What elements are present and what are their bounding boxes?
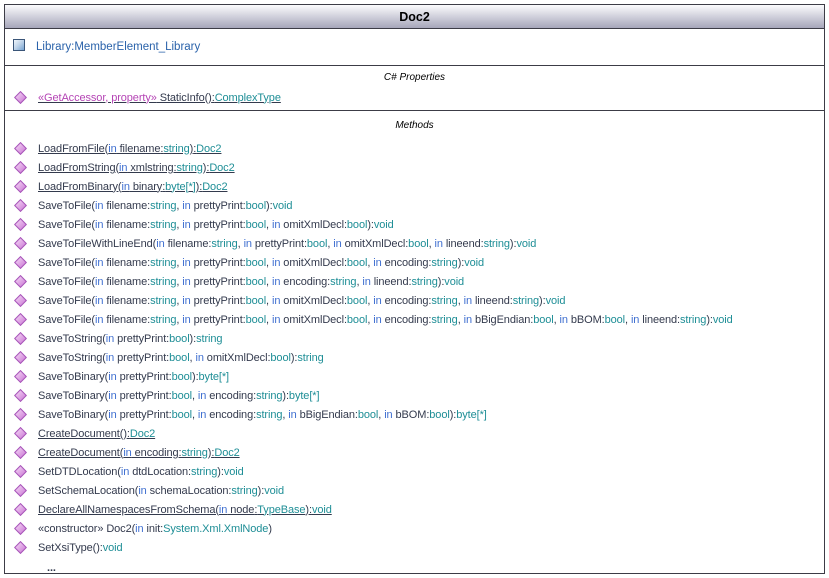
method-row[interactable]: SetSchemaLocation(in schemaLocation:stri… bbox=[5, 481, 824, 500]
method-row[interactable]: SaveToFile(in filename:string, in pretty… bbox=[5, 310, 824, 329]
member-signature: CreateDocument(in encoding:string):Doc2 bbox=[38, 447, 240, 459]
member-signature: SaveToBinary(in prettyPrint:bool, in enc… bbox=[38, 390, 319, 402]
method-row[interactable]: SaveToFile(in filename:string, in pretty… bbox=[5, 291, 824, 310]
member-signature: SetDTDLocation(in dtdLocation:string):vo… bbox=[38, 466, 244, 478]
diamond-operation-icon bbox=[14, 332, 27, 345]
method-row[interactable]: SaveToFile(in filename:string, in pretty… bbox=[5, 253, 824, 272]
method-row[interactable]: SaveToBinary(in prettyPrint:bool, in enc… bbox=[5, 405, 824, 424]
member-signature: SaveToBinary(in prettyPrint:bool, in enc… bbox=[38, 409, 487, 421]
diamond-operation-icon bbox=[14, 294, 27, 307]
diamond-operation-icon bbox=[14, 313, 27, 326]
method-row[interactable]: SaveToString(in prettyPrint:bool, in omi… bbox=[5, 348, 824, 367]
member-signature: SaveToFile(in filename:string, in pretty… bbox=[38, 257, 484, 269]
member-signature: SaveToFile(in filename:string, in pretty… bbox=[38, 295, 565, 307]
member-signature: DeclareAllNamespacesFromSchema(in node:T… bbox=[38, 504, 332, 516]
method-row[interactable]: SaveToFileWithLineEnd(in filename:string… bbox=[5, 234, 824, 253]
more-members-row[interactable]: ... bbox=[5, 559, 824, 574]
method-row[interactable]: LoadFromBinary(in binary:byte[*]):Doc2 bbox=[5, 177, 824, 196]
library-label[interactable]: Library:MemberElement_Library bbox=[36, 41, 200, 53]
library-compartment: Library:MemberElement_Library bbox=[5, 29, 824, 66]
member-signature: SaveToFile(in filename:string, in pretty… bbox=[38, 314, 733, 326]
diamond-operation-icon bbox=[14, 180, 27, 193]
member-signature: SaveToFileWithLineEnd(in filename:string… bbox=[38, 238, 536, 250]
diamond-operation-icon bbox=[14, 142, 27, 155]
diagram-canvas: Doc2 Library:MemberElement_Library C# Pr… bbox=[0, 0, 829, 578]
member-signature: SaveToBinary(in prettyPrint:bool):byte[*… bbox=[38, 371, 229, 383]
member-signature: LoadFromString(in xmlstring:string):Doc2 bbox=[38, 162, 235, 174]
diamond-operation-icon bbox=[14, 237, 27, 250]
method-row[interactable]: SaveToBinary(in prettyPrint:bool):byte[*… bbox=[5, 367, 824, 386]
diamond-operation-icon bbox=[14, 446, 27, 459]
diamond-operation-icon bbox=[14, 541, 27, 554]
method-row[interactable]: SaveToFile(in filename:string, in pretty… bbox=[5, 272, 824, 291]
member-signature: «GetAccessor, property» StaticInfo():Com… bbox=[38, 92, 281, 104]
class-title: Doc2 bbox=[399, 10, 430, 24]
member-signature: SetXsiType():void bbox=[38, 542, 123, 554]
method-row[interactable]: DeclareAllNamespacesFromSchema(in node:T… bbox=[5, 500, 824, 519]
diamond-operation-icon bbox=[14, 256, 27, 269]
member-signature: SaveToString(in prettyPrint:bool):string bbox=[38, 333, 222, 345]
diamond-operation-icon bbox=[14, 522, 27, 535]
diamond-operation-icon bbox=[14, 465, 27, 478]
member-signature: SaveToFile(in filename:string, in pretty… bbox=[38, 219, 394, 231]
diamond-operation-icon bbox=[14, 218, 27, 231]
member-signature: SaveToString(in prettyPrint:bool, in omi… bbox=[38, 352, 324, 364]
method-row[interactable]: LoadFromFile(in filename:string):Doc2 bbox=[5, 139, 824, 158]
member-signature: LoadFromBinary(in binary:byte[*]):Doc2 bbox=[38, 181, 227, 193]
diamond-operation-icon bbox=[14, 199, 27, 212]
uml-class-box-doc2[interactable]: Doc2 Library:MemberElement_Library C# Pr… bbox=[4, 4, 825, 574]
diamond-operation-icon bbox=[14, 408, 27, 421]
member-signature: LoadFromFile(in filename:string):Doc2 bbox=[38, 143, 221, 155]
method-row[interactable]: SaveToBinary(in prettyPrint:bool, in enc… bbox=[5, 386, 824, 405]
member-signature: SetSchemaLocation(in schemaLocation:stri… bbox=[38, 485, 284, 497]
member-signature: «constructor» Doc2(in init:System.Xml.Xm… bbox=[38, 523, 272, 535]
properties-rows: «GetAccessor, property» StaticInfo():Com… bbox=[5, 88, 824, 107]
diamond-operation-icon bbox=[14, 503, 27, 516]
properties-compartment: C# Properties «GetAccessor, property» St… bbox=[5, 66, 824, 111]
method-row[interactable]: SaveToString(in prettyPrint:bool):string bbox=[5, 329, 824, 348]
diamond-operation-icon bbox=[14, 351, 27, 364]
method-row[interactable]: LoadFromString(in xmlstring:string):Doc2 bbox=[5, 158, 824, 177]
method-row[interactable]: SetXsiType():void bbox=[5, 538, 824, 557]
method-rows: LoadFromFile(in filename:string):Doc2 Loa… bbox=[5, 139, 824, 557]
diamond-operation-icon bbox=[14, 91, 27, 104]
method-row[interactable]: «constructor» Doc2(in init:System.Xml.Xm… bbox=[5, 519, 824, 538]
member-signature: CreateDocument():Doc2 bbox=[38, 428, 155, 440]
diamond-operation-icon bbox=[14, 389, 27, 402]
methods-section-label: Methods bbox=[5, 111, 824, 139]
method-row[interactable]: CreateDocument():Doc2 bbox=[5, 424, 824, 443]
class-title-bar[interactable]: Doc2 bbox=[5, 5, 824, 29]
property-row[interactable]: «GetAccessor, property» StaticInfo():Com… bbox=[5, 88, 824, 107]
properties-section-label: C# Properties bbox=[5, 66, 824, 88]
diamond-operation-icon bbox=[14, 370, 27, 383]
member-signature: SaveToFile(in filename:string, in pretty… bbox=[38, 200, 292, 212]
diamond-operation-icon bbox=[14, 161, 27, 174]
method-row[interactable]: SaveToFile(in filename:string, in pretty… bbox=[5, 215, 824, 234]
ellipsis-label: ... bbox=[47, 562, 56, 574]
diamond-operation-icon bbox=[14, 275, 27, 288]
member-signature: SaveToFile(in filename:string, in pretty… bbox=[38, 276, 464, 288]
diamond-operation-icon bbox=[14, 427, 27, 440]
method-row[interactable]: CreateDocument(in encoding:string):Doc2 bbox=[5, 443, 824, 462]
method-row[interactable]: SetDTDLocation(in dtdLocation:string):vo… bbox=[5, 462, 824, 481]
methods-compartment: Methods LoadFromFile(in filename:string)… bbox=[5, 111, 824, 574]
diamond-operation-icon bbox=[14, 484, 27, 497]
package-icon bbox=[13, 38, 25, 56]
method-row[interactable]: SaveToFile(in filename:string, in pretty… bbox=[5, 196, 824, 215]
